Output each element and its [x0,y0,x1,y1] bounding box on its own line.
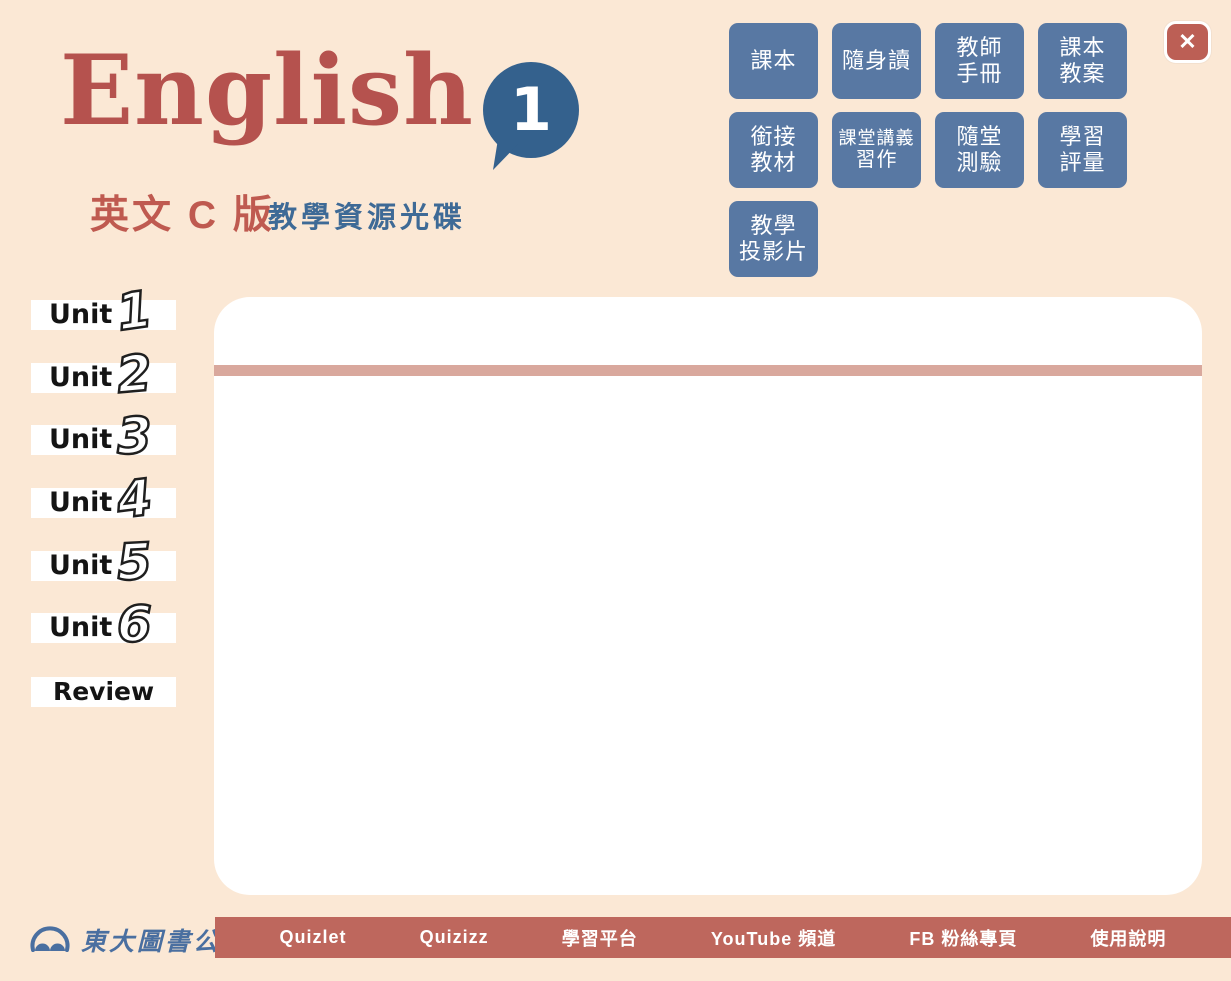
series-label: 英文 C 版 [90,184,275,240]
app-logo-title: English [60,38,474,144]
content-panel [214,297,1202,895]
resource-menu: 課本 隨身讀 教師 手冊 課本 教案 銜接 教材 課堂講義 習作 隨堂 測驗 學… [729,23,1129,277]
resource-button-teacher-manual[interactable]: 教師 手冊 [935,23,1024,99]
app-window: English 1 英文 C 版 教學資源光碟 課本 隨身讀 教師 手冊 課本 … [0,0,1231,981]
footer-link-quizizz[interactable]: Quizizz [420,927,489,948]
unit-1-number: 1 [114,284,155,338]
resource-button-quiz[interactable]: 隨堂 測驗 [935,112,1024,188]
content-divider [214,365,1202,376]
resource-button-textbook[interactable]: 課本 [729,23,818,99]
resource-button-teaching-slides[interactable]: 教學 投影片 [729,201,818,277]
footer-link-quizlet[interactable]: Quizlet [280,927,347,948]
unit-2-number: 2 [115,348,154,401]
unit-4-button[interactable]: Unit 4 [31,488,176,518]
level-badge: 1 [483,62,579,158]
resource-button-learning-assessment[interactable]: 學習 評量 [1038,112,1127,188]
unit-6-number: 6 [117,599,152,649]
unit-5-number: 5 [116,536,153,588]
footer-link-user-guide[interactable]: 使用說明 [1090,925,1166,951]
unit-3-number: 3 [116,410,153,461]
product-label: 教學資源光碟 [268,194,466,236]
unit-3-button[interactable]: Unit 3 [31,425,176,455]
footer-link-youtube-channel[interactable]: YouTube 頻道 [711,925,836,951]
unit-1-button[interactable]: Unit 1 [31,300,176,330]
unit-5-button[interactable]: Unit 5 [31,551,176,581]
close-button[interactable]: ✕ [1164,21,1211,63]
footer-link-facebook-page[interactable]: FB 粉絲專頁 [909,925,1017,951]
level-badge-number: 1 [510,80,552,140]
unit-6-button[interactable]: Unit 6 [31,613,176,643]
publisher-arch-icon [28,922,72,958]
unit-4-number: 4 [114,472,155,526]
review-button[interactable]: Review [31,677,176,707]
resource-button-pocket-reader[interactable]: 隨身讀 [832,23,921,99]
resource-button-handout-workbook[interactable]: 課堂講義 習作 [832,112,921,188]
footer-links-bar: Quizlet Quizizz 學習平台 YouTube 頻道 FB 粉絲專頁 … [215,917,1231,958]
close-icon: ✕ [1178,29,1196,55]
footer-link-learning-platform[interactable]: 學習平台 [562,925,638,951]
resource-button-bridging-materials[interactable]: 銜接 教材 [729,112,818,188]
unit-2-button[interactable]: Unit 2 [31,363,176,393]
resource-button-textbook-lesson-plan[interactable]: 課本 教案 [1038,23,1127,99]
